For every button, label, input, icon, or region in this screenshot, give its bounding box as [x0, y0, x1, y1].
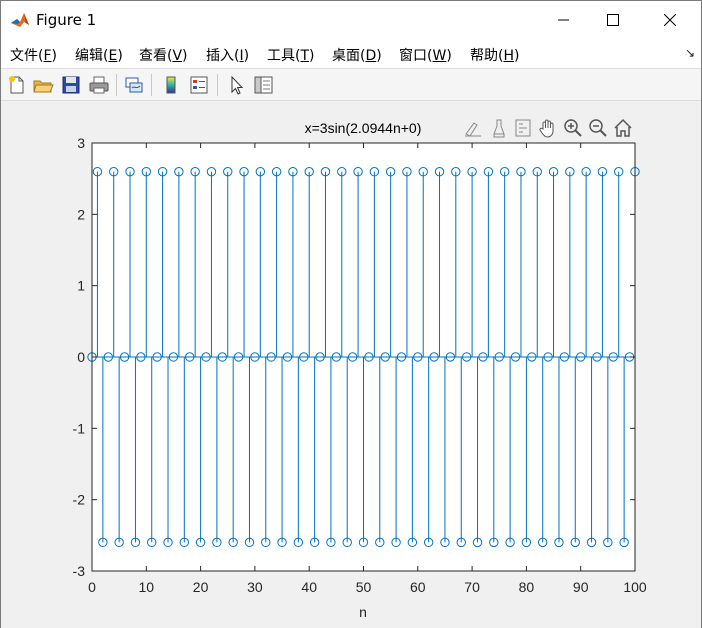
menu-view[interactable]: 查看(V)	[139, 45, 188, 65]
toolbar-separator	[116, 74, 117, 96]
brush-icon[interactable]	[462, 117, 484, 139]
x-axis-label: n	[359, 604, 367, 620]
stem-plot[interactable]: 0 10 20 30 40 50 60 70 80 90 100 -3 -2 -1 0 1 2 3 x=3sin(…	[1, 102, 701, 628]
y-tick-label: 2	[77, 206, 85, 222]
link-plot-icon[interactable]	[123, 74, 145, 96]
x-tick-label: 30	[247, 579, 263, 595]
property-inspector-icon[interactable]	[252, 74, 274, 96]
pan-icon[interactable]	[537, 117, 559, 139]
x-tick-label: 10	[139, 579, 155, 595]
title-bar[interactable]: Figure 1	[1, 1, 701, 39]
x-tick-label: 80	[519, 579, 535, 595]
matlab-logo-icon	[10, 10, 30, 30]
menu-help[interactable]: 帮助(H)	[470, 45, 519, 65]
y-tick-label: -3	[73, 563, 86, 579]
print-icon[interactable]	[88, 74, 110, 96]
save-icon[interactable]	[60, 74, 82, 96]
pointer-icon[interactable]	[225, 74, 247, 96]
menu-window[interactable]: 窗口(W)	[399, 45, 452, 65]
x-tick-label: 50	[356, 579, 372, 595]
data-tips-icon[interactable]	[488, 117, 510, 139]
menu-desktop[interactable]: 桌面(D)	[332, 45, 382, 65]
x-tick-label: 90	[573, 579, 589, 595]
x-tick-label: 70	[464, 579, 480, 595]
menu-tools[interactable]: 工具(T)	[267, 45, 315, 65]
menu-edit[interactable]: 编辑(E)	[75, 45, 123, 65]
maximize-button[interactable]	[590, 1, 636, 39]
figure-canvas[interactable]: 0 10 20 30 40 50 60 70 80 90 100 -3 -2 -1 0 1 2 3 x=3sin(…	[1, 102, 701, 628]
colorbar-icon[interactable]	[160, 74, 182, 96]
window-title: Figure 1	[36, 11, 97, 29]
x-tick-label: 100	[623, 579, 647, 595]
y-tick-label: 3	[77, 135, 85, 151]
close-icon	[664, 14, 676, 26]
minimize-button[interactable]	[541, 1, 587, 39]
zoom-in-icon[interactable]	[562, 117, 584, 139]
toolbar-separator	[217, 74, 218, 96]
zoom-out-icon[interactable]	[587, 117, 609, 139]
toolbar-separator	[151, 74, 152, 96]
plot-title: x=3sin(2.0944n+0)	[305, 120, 422, 136]
legend-icon[interactable]	[188, 74, 210, 96]
open-file-icon[interactable]	[32, 74, 54, 96]
y-tick-label: -1	[73, 420, 86, 436]
x-tick-label: 20	[193, 579, 209, 595]
y-tick-label: 0	[77, 349, 85, 365]
y-tick-label: -2	[73, 492, 86, 508]
maximize-icon	[607, 14, 619, 26]
close-button[interactable]	[647, 1, 693, 39]
menu-file[interactable]: 文件(F)	[10, 45, 57, 65]
x-tick-label: 60	[410, 579, 426, 595]
new-figure-icon[interactable]	[6, 74, 28, 96]
restore-view-icon[interactable]	[512, 117, 534, 139]
minimize-icon	[558, 19, 569, 21]
dock-arrow-icon[interactable]: ↘	[685, 46, 695, 60]
x-tick-label: 0	[88, 579, 96, 595]
menu-bar: 文件(F) 编辑(E) 查看(V) 插入(I) 工具(T) 桌面(D) 窗口(W…	[1, 39, 701, 68]
x-tick-label: 40	[301, 579, 317, 595]
y-tick-label: 1	[77, 278, 85, 294]
figure-window: Figure 1 文件(F) 编辑(E) 查看(V) 插入(I) 工具(T) 桌…	[0, 0, 702, 628]
home-icon[interactable]	[612, 117, 634, 139]
menu-insert[interactable]: 插入(I)	[206, 45, 249, 65]
figure-toolbar	[1, 68, 701, 101]
